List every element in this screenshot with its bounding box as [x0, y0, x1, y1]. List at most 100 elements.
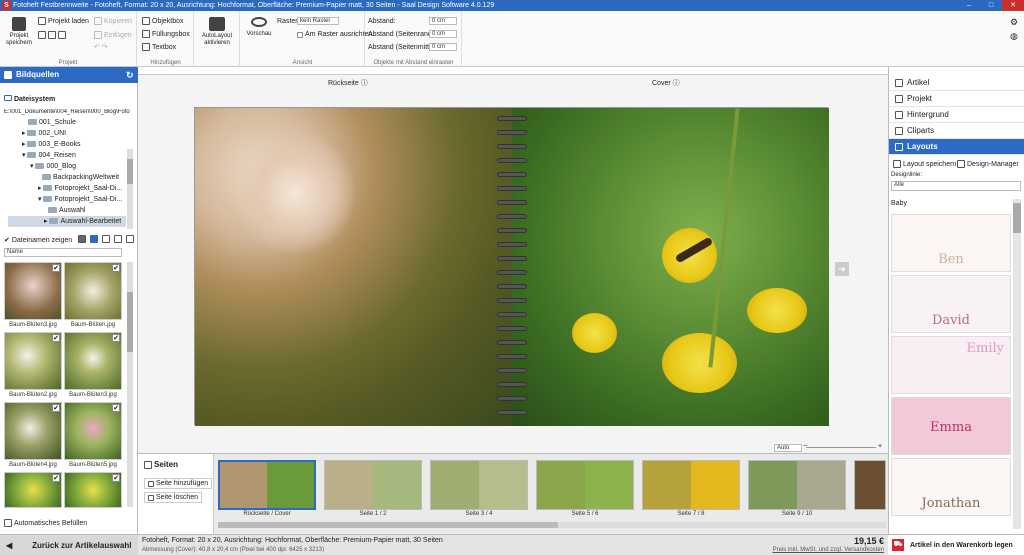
show-filenames-checkbox[interactable]: ✔ Dateinamen zeigen — [4, 236, 72, 245]
minimize-button[interactable]: – — [958, 0, 980, 11]
raster-select[interactable]: kein Raster — [297, 17, 339, 25]
page-thumbnail[interactable] — [642, 460, 740, 510]
layout-thumbnail[interactable]: Emily — [891, 336, 1011, 394]
page-thumbnail[interactable] — [536, 460, 634, 510]
menu-artikel[interactable]: Artikel — [889, 75, 1024, 91]
check-icon[interactable]: ✔ — [52, 334, 60, 342]
gear-icon[interactable]: ⚙ — [1010, 17, 1018, 28]
zoom-out-icon[interactable]: − — [803, 443, 807, 450]
tree-item[interactable]: ▸ Fotoprojekt_Saal-Di... — [8, 183, 126, 194]
view-mode-buttons[interactable] — [78, 235, 134, 243]
large-grid-icon[interactable] — [78, 235, 86, 243]
thumbnail[interactable]: ✔ — [4, 262, 62, 320]
scroll-thumb[interactable] — [1013, 203, 1021, 233]
layout-thumbnail[interactable]: Emma — [891, 397, 1011, 455]
close-button[interactable]: ✕ — [1002, 0, 1024, 11]
list-icon[interactable] — [114, 235, 122, 243]
load-project-button[interactable]: Projekt laden — [38, 17, 89, 25]
path-field[interactable]: E:\001_Dokumente\004_Reisen\000_Blog\Fot… — [4, 109, 134, 115]
info-icon[interactable]: ⓘ — [361, 80, 368, 87]
next-page-arrow-icon[interactable]: ➔ — [835, 262, 849, 276]
page-thumbnail[interactable] — [324, 460, 422, 510]
spacing-middle-input[interactable]: 0 cm — [429, 43, 457, 51]
thumbnail[interactable]: ✔ — [64, 402, 122, 460]
layout-thumbnail[interactable]: David — [891, 275, 1011, 333]
autolayout-button[interactable]: AutoLayout aktivieren — [195, 11, 240, 67]
autofill-button[interactable]: Automatisches Befüllen — [4, 519, 87, 527]
menu-projekt[interactable]: Projekt — [889, 91, 1024, 107]
menu-layouts[interactable]: Layouts — [889, 139, 1024, 155]
check-icon[interactable]: ✔ — [52, 474, 60, 482]
snap-to-grid-checkbox[interactable]: Am Raster ausrichten — [297, 31, 372, 38]
tree-item[interactable]: ▸ 002_UNI — [8, 128, 126, 139]
small-grid-icon[interactable] — [102, 235, 110, 243]
info-icon[interactable]: ⓘ — [673, 80, 680, 87]
thumbnail[interactable]: ✔ — [64, 262, 122, 320]
check-icon[interactable]: ✔ — [112, 474, 120, 482]
page-thumbnail[interactable] — [748, 460, 846, 510]
design-line-select[interactable]: Alle — [891, 181, 1021, 191]
check-icon[interactable]: ✔ — [52, 264, 60, 272]
tree-scrollbar[interactable] — [127, 149, 133, 229]
tree-item[interactable]: BackpackingWeltweit — [8, 172, 126, 183]
fill-box-button[interactable]: Füllungsbox — [142, 30, 190, 38]
filesystem-tab[interactable]: Dateisystem — [4, 95, 55, 103]
thumbnail[interactable]: ✔ — [64, 332, 122, 390]
scroll-thumb[interactable] — [127, 292, 133, 352]
back-to-articles-button[interactable]: ◀ Zurück zur Artikelauswahl — [0, 535, 138, 555]
maximize-button[interactable]: □ — [980, 0, 1002, 11]
layouts-scrollbar[interactable] — [1013, 199, 1021, 529]
tree-item[interactable]: 001_Schule — [8, 117, 126, 128]
spacing-input[interactable]: 0 cm — [429, 17, 457, 25]
page-thumbnail[interactable] — [430, 460, 528, 510]
tree-item[interactable]: Auswahl — [8, 205, 126, 216]
medium-grid-icon[interactable] — [90, 235, 98, 243]
check-icon[interactable]: ✔ — [112, 404, 120, 412]
add-to-cart-button[interactable]: ⛟ Artikel in den Warenkorb legen — [888, 535, 1024, 555]
copy-button[interactable]: Kopieren — [94, 17, 132, 25]
tree-item[interactable]: ▾ Fotoprojekt_Saal-Di... — [8, 194, 126, 205]
scroll-thumb[interactable] — [218, 522, 558, 528]
tree-item[interactable]: ▸ 003_E-Books — [8, 139, 126, 150]
page-thumbnail[interactable] — [854, 460, 886, 510]
scroll-thumb[interactable] — [127, 159, 133, 184]
sort-select[interactable]: Name — [4, 248, 122, 257]
thumbnails-scrollbar[interactable] — [127, 262, 133, 507]
editor-canvas[interactable]: Rückseite ⓘ Cover ⓘ ➔ Auto − + — [138, 67, 888, 453]
refresh-icon[interactable]: ↻ — [126, 67, 134, 83]
tree-item[interactable]: ▾ 000_Blog — [8, 161, 126, 172]
delete-page-button[interactable]: Seite löschen — [144, 492, 203, 503]
cover-page-photo[interactable] — [512, 108, 829, 426]
paste-button[interactable]: Einfügen — [94, 31, 132, 39]
spacing-margin-input[interactable]: 0 cm — [429, 30, 457, 38]
thumbnail[interactable]: ✔ — [64, 472, 122, 508]
menu-cliparts[interactable]: Cliparts — [889, 123, 1024, 139]
undo-redo-icons[interactable]: ↶ ↷ — [94, 43, 108, 51]
object-box-button[interactable]: Objektbox — [142, 17, 184, 25]
thumbnail[interactable]: ✔ — [4, 472, 62, 508]
menu-hintergrund[interactable]: Hintergrund — [889, 107, 1024, 123]
design-manager-button[interactable]: Design-Manager — [957, 160, 1019, 168]
zoom-icon[interactable] — [126, 235, 134, 243]
check-icon[interactable]: ✔ — [112, 264, 120, 272]
pages-scrollbar[interactable] — [218, 522, 886, 528]
layout-thumbnail[interactable]: Ben — [891, 214, 1011, 272]
preview-button[interactable]: Vorschau — [245, 17, 273, 37]
thumbnail[interactable]: ✔ — [4, 332, 62, 390]
layout-thumbnail[interactable]: Jonathan — [891, 458, 1011, 516]
check-icon[interactable]: ✔ — [112, 334, 120, 342]
price-note-link[interactable]: Preis inkl. MwSt. und zzgl. Versandkoste… — [755, 547, 884, 553]
zoom-in-icon[interactable]: + — [878, 443, 882, 450]
tree-item-selected[interactable]: ▸ Auswahl-Bearbeitet — [8, 216, 126, 227]
globe-icon[interactable]: ◍ — [1010, 31, 1018, 42]
page-spread[interactable] — [194, 107, 829, 426]
page-thumbnail-selected[interactable] — [218, 460, 316, 510]
back-page-photo[interactable] — [195, 108, 512, 426]
tree-item[interactable]: ▾ 004_Reisen — [8, 150, 126, 161]
check-icon[interactable]: ✔ — [52, 404, 60, 412]
save-layout-button[interactable]: Layout speichern — [893, 160, 956, 168]
new-icon-button[interactable] — [38, 31, 66, 39]
add-page-button[interactable]: Seite hinzufügen — [144, 478, 213, 489]
thumbnail[interactable]: ✔ — [4, 402, 62, 460]
text-box-button[interactable]: Textbox — [142, 43, 176, 51]
